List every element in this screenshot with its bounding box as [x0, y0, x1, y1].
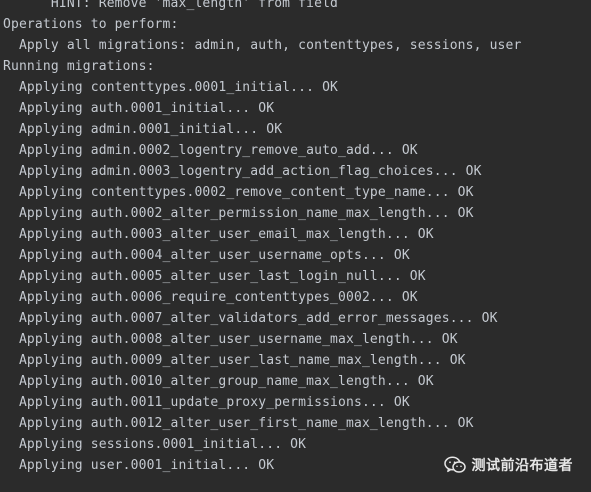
watermark: 测试前沿布道者 [443, 455, 574, 475]
watermark-text: 测试前沿布道者 [471, 458, 573, 474]
terminal-line: Applying auth.0008_alter_user_username_m… [3, 332, 458, 347]
terminal-line: Applying sessions.0001_initial... OK [3, 437, 307, 452]
terminal-line: Apply all migrations: admin, auth, conte… [3, 38, 522, 53]
terminal-line: Applying admin.0002_logentry_remove_auto… [3, 143, 418, 158]
terminal-line: Applying admin.0001_initial... OK [3, 122, 283, 137]
terminal-line: Applying auth.0005_alter_user_last_login… [3, 269, 426, 284]
terminal-line: Applying auth.0011_update_proxy_permissi… [3, 395, 410, 410]
terminal-line: Applying auth.0007_alter_validators_add_… [3, 311, 498, 326]
terminal-line: Applying auth.0012_alter_user_first_name… [3, 416, 474, 431]
terminal-line: Applying auth.0002_alter_permission_name… [3, 206, 474, 221]
terminal-line: Applying auth.0010_alter_group_name_max_… [3, 374, 434, 389]
terminal-line: Applying contenttypes.0001_initial... OK [3, 80, 339, 95]
terminal-output: HINT: Remove 'max_length' from field Ope… [0, 0, 591, 492]
terminal-line: Applying admin.0003_logentry_add_action_… [3, 164, 482, 179]
terminal-line: Running migrations: [3, 59, 155, 74]
terminal-line: Applying auth.0006_require_contenttypes_… [3, 290, 418, 305]
terminal-line: Operations to perform: [3, 17, 179, 32]
terminal-line: Applying auth.0009_alter_user_last_name_… [3, 353, 466, 368]
terminal-line: Applying auth.0003_alter_user_email_max_… [3, 227, 434, 242]
terminal-line: Applying auth.0001_initial... OK [3, 101, 275, 116]
wechat-icon [443, 456, 466, 473]
terminal-line: Applying auth.0004_alter_user_username_o… [3, 248, 410, 263]
terminal-lines: HINT: Remove 'max_length' from field Ope… [3, 0, 521, 476]
terminal-line: Applying contenttypes.0002_remove_conten… [3, 185, 474, 200]
terminal-line: HINT: Remove 'max_length' from field [3, 0, 339, 11]
